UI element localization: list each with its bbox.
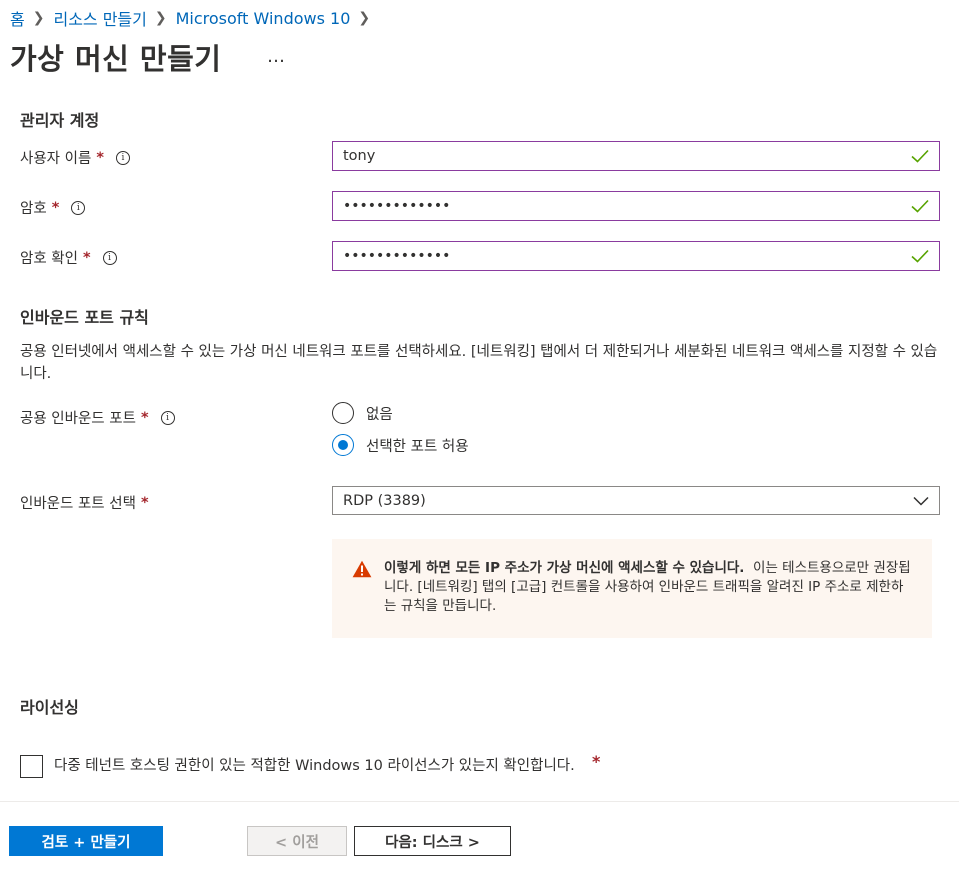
required-mark: * bbox=[140, 494, 149, 511]
select-ports-label-text: 인바운드 포트 선택 bbox=[20, 496, 136, 512]
password-value: ••••••••••••• bbox=[343, 198, 451, 214]
username-input[interactable]: tony bbox=[332, 141, 940, 171]
radio-allow-selected-circle[interactable] bbox=[332, 434, 354, 456]
footer-divider bbox=[0, 801, 959, 802]
public-ports-label-text: 공용 인바운드 포트 bbox=[20, 411, 136, 427]
chevron-right-icon: ❯ bbox=[358, 10, 371, 26]
public-ports-label: 공용 인바운드 포트 * i bbox=[20, 407, 175, 428]
required-mark: * bbox=[140, 409, 149, 426]
select-ports-label: 인바운드 포트 선택 * bbox=[20, 492, 149, 513]
next-disks-button[interactable]: 다음: 디스크 > bbox=[354, 826, 511, 856]
confirm-password-label-text: 암호 확인 bbox=[20, 251, 78, 267]
required-mark: * bbox=[51, 199, 60, 216]
review-create-button[interactable]: 검토 + 만들기 bbox=[9, 826, 163, 856]
chevron-right-icon: ❯ bbox=[154, 10, 167, 26]
radio-none[interactable]: 없음 bbox=[332, 402, 393, 424]
confirm-password-label: 암호 확인 * i bbox=[20, 247, 117, 268]
warning-bold-text: 이렇게 하면 모든 IP 주소가 가상 머신에 액세스할 수 있습니다. bbox=[384, 560, 745, 576]
chevron-right-icon: ❯ bbox=[32, 10, 45, 26]
confirm-password-value: ••••••••••••• bbox=[343, 248, 451, 264]
check-icon bbox=[911, 199, 929, 213]
info-icon[interactable]: i bbox=[71, 200, 86, 215]
confirm-password-input[interactable]: ••••••••••••• bbox=[332, 241, 940, 271]
username-label: 사용자 이름 * i bbox=[20, 147, 130, 168]
info-icon[interactable]: i bbox=[160, 410, 175, 425]
breadcrumb-windows10-link[interactable]: Microsoft Windows 10 bbox=[176, 9, 351, 28]
radio-allow-selected-label: 선택한 포트 허용 bbox=[366, 438, 469, 455]
inbound-ports-value: RDP (3389) bbox=[343, 492, 426, 509]
breadcrumb-home-link[interactable]: 홈 bbox=[10, 6, 25, 30]
required-mark: * bbox=[592, 752, 601, 771]
warning-icon bbox=[352, 560, 372, 578]
password-label-text: 암호 bbox=[20, 201, 47, 217]
check-icon bbox=[911, 149, 929, 163]
license-confirm-checkbox[interactable] bbox=[20, 755, 43, 778]
username-label-text: 사용자 이름 bbox=[20, 151, 92, 167]
breadcrumb: 홈 ❯ 리소스 만들기 ❯ Microsoft Windows 10 ❯ bbox=[10, 6, 379, 30]
required-mark: * bbox=[82, 249, 91, 266]
radio-none-label: 없음 bbox=[366, 406, 393, 423]
password-label: 암호 * i bbox=[20, 197, 86, 218]
license-confirm-label[interactable]: 다중 테넌트 호스팅 권한이 있는 적합한 Windows 10 라이선스가 있… bbox=[54, 756, 594, 776]
page-title: 가상 머신 만들기 bbox=[10, 42, 222, 76]
more-options-button[interactable]: … bbox=[267, 46, 286, 67]
chevron-down-icon bbox=[913, 496, 929, 506]
previous-button[interactable]: < 이전 bbox=[247, 826, 347, 856]
warning-banner: 이렇게 하면 모든 IP 주소가 가상 머신에 액세스할 수 있습니다. 이는 … bbox=[332, 539, 932, 638]
inbound-ports-dropdown[interactable]: RDP (3389) bbox=[332, 486, 940, 515]
breadcrumb-create-resource-link[interactable]: 리소스 만들기 bbox=[53, 6, 146, 30]
info-icon[interactable]: i bbox=[115, 150, 130, 165]
check-icon bbox=[911, 249, 929, 263]
info-icon[interactable]: i bbox=[102, 250, 117, 265]
section-title-inbound: 인바운드 포트 규칙 bbox=[20, 308, 149, 327]
inbound-description: 공용 인터넷에서 액세스할 수 있는 가상 머신 네트워크 포트를 선택하세요.… bbox=[20, 344, 938, 382]
section-title-admin: 관리자 계정 bbox=[20, 111, 100, 130]
radio-allow-selected[interactable]: 선택한 포트 허용 bbox=[332, 434, 469, 456]
radio-none-circle[interactable] bbox=[332, 402, 354, 424]
username-value: tony bbox=[343, 148, 376, 164]
section-title-licensing: 라이선싱 bbox=[20, 698, 79, 717]
warning-text: 이렇게 하면 모든 IP 주소가 가상 머신에 액세스할 수 있습니다. 이는 … bbox=[384, 559, 912, 638]
required-mark: * bbox=[96, 149, 104, 166]
password-input[interactable]: ••••••••••••• bbox=[332, 191, 940, 221]
